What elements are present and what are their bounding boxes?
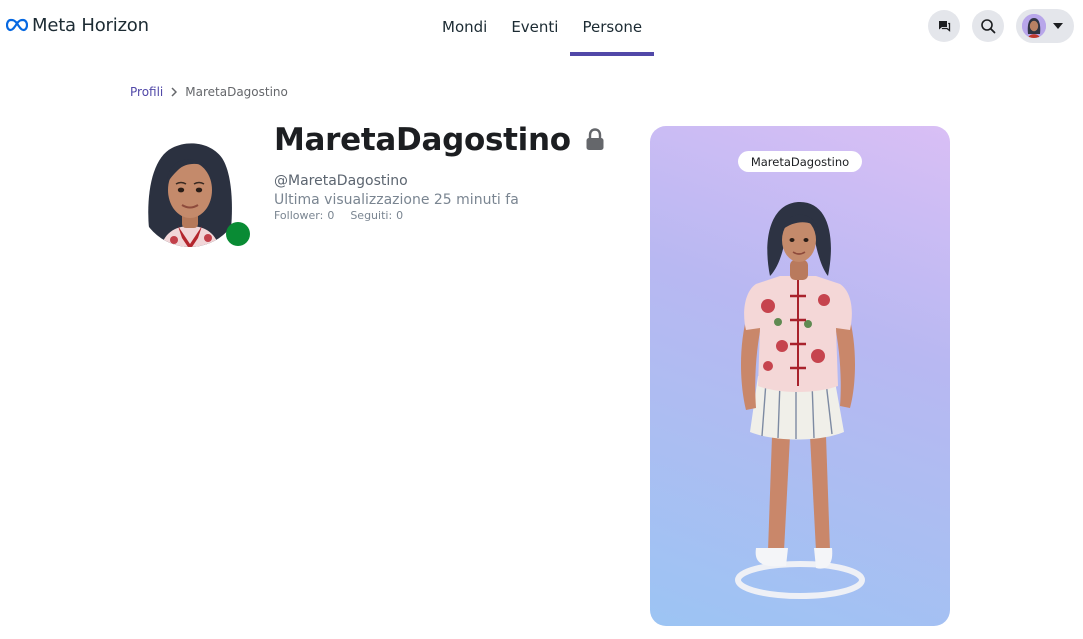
tab-persone[interactable]: Persone <box>570 0 654 56</box>
account-menu-button[interactable] <box>1016 9 1074 43</box>
profile-avatar <box>130 140 250 250</box>
breadcrumb: Profili MaretaDagostino <box>130 84 288 100</box>
breadcrumb-link-profili[interactable]: Profili <box>130 85 163 99</box>
profile-handle: @MaretaDagostino <box>274 173 408 189</box>
profile-name-row: MaretaDagostino <box>274 120 605 160</box>
avatar-name-tag: MaretaDagostino <box>738 151 862 172</box>
full-body-avatar <box>735 202 865 599</box>
search-button[interactable] <box>972 10 1004 42</box>
avatar-card: MaretaDagostino <box>650 126 950 626</box>
chat-icon <box>939 21 951 32</box>
followers-count: 0 <box>327 209 335 222</box>
following-count: 0 <box>396 209 404 222</box>
tab-eventi[interactable]: Eventi <box>499 0 570 56</box>
lock-icon <box>586 128 604 150</box>
following-stat[interactable]: Seguiti: 0 <box>350 209 403 222</box>
following-label: Seguiti: <box>350 209 393 222</box>
follow-stats: Follower: 0 Seguiti: 0 <box>274 209 403 222</box>
avatar-portrait <box>138 143 242 247</box>
search-icon <box>981 19 996 34</box>
meta-infinity-icon <box>6 18 28 32</box>
profile-name: MaretaDagostino <box>274 122 571 158</box>
chevron-right-icon <box>171 87 178 97</box>
top-navigation-bar: Meta Horizon Mondi Eventi Persone <box>0 0 1083 56</box>
chat-button[interactable] <box>928 10 960 42</box>
followers-stat[interactable]: Follower: 0 <box>274 209 334 222</box>
meta-horizon-logo[interactable]: Meta Horizon <box>6 13 149 37</box>
last-seen-text: Ultima visualizzazione 25 minuti fa <box>274 192 519 208</box>
online-status-dot <box>226 222 250 246</box>
tab-mondi[interactable]: Mondi <box>430 0 499 56</box>
user-avatar <box>1022 14 1046 38</box>
logo-text: Meta Horizon <box>32 14 149 36</box>
main-nav: Mondi Eventi Persone <box>430 0 654 56</box>
followers-label: Follower: <box>274 209 324 222</box>
caret-down-icon <box>1053 23 1063 29</box>
breadcrumb-current: MaretaDagostino <box>185 85 288 99</box>
